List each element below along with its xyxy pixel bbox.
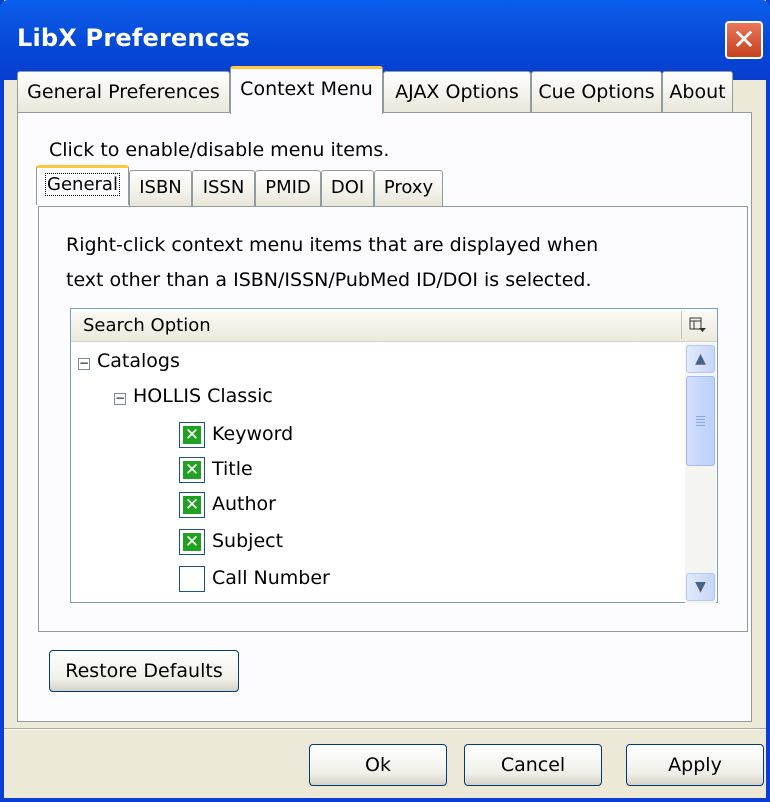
cancel-button[interactable]: Cancel bbox=[464, 744, 602, 786]
instruction-text: Click to enable/disable menu items. bbox=[49, 139, 390, 161]
checked-x-icon: ✕ bbox=[183, 532, 201, 552]
tree-scrollbar[interactable]: ▲ ▼ bbox=[685, 343, 716, 603]
tab-about[interactable]: About bbox=[662, 71, 733, 113]
description-line-1: Right-click context menu items that are … bbox=[66, 234, 599, 256]
search-option-tree[interactable]: Search Option − Catalogs − HOLLIS Classi… bbox=[70, 308, 718, 603]
column-picker-icon[interactable] bbox=[689, 317, 707, 333]
close-icon: ✕ bbox=[732, 23, 756, 56]
checked-x-icon: ✕ bbox=[183, 495, 201, 515]
tab-general-preferences[interactable]: General Preferences bbox=[17, 71, 230, 113]
footer-separator bbox=[4, 728, 766, 730]
scroll-thumb[interactable] bbox=[686, 376, 715, 466]
search-option-column-label: Search Option bbox=[83, 315, 211, 336]
subject-label[interactable]: Subject bbox=[212, 530, 283, 552]
tab-context-menu[interactable]: Context Menu bbox=[230, 66, 383, 114]
preferences-window: LibX Preferences ✕ General Preferences C… bbox=[0, 0, 770, 802]
author-label[interactable]: Author bbox=[212, 493, 276, 515]
checked-x-icon: ✕ bbox=[183, 425, 201, 445]
call-number-checkbox[interactable] bbox=[179, 566, 205, 592]
tab-cue-options[interactable]: Cue Options bbox=[531, 71, 662, 113]
title-checkbox[interactable]: ✕ bbox=[179, 457, 205, 483]
chevron-down-icon: ▼ bbox=[695, 579, 706, 595]
chevron-up-icon: ▲ bbox=[695, 351, 706, 367]
hollis-collapse-icon[interactable]: − bbox=[114, 392, 126, 405]
column-divider bbox=[681, 311, 682, 339]
subtab-proxy[interactable]: Proxy bbox=[374, 170, 443, 206]
subtab-doi[interactable]: DOI bbox=[321, 170, 374, 206]
apply-button[interactable]: Apply bbox=[626, 744, 764, 786]
subtab-isbn[interactable]: ISBN bbox=[129, 170, 192, 206]
window-title: LibX Preferences bbox=[17, 24, 251, 52]
keyword-label[interactable]: Keyword bbox=[212, 423, 293, 445]
subtab-pmid[interactable]: PMID bbox=[255, 170, 321, 206]
close-button[interactable]: ✕ bbox=[725, 21, 763, 59]
tree-node-catalogs[interactable]: Catalogs bbox=[97, 350, 180, 372]
subtab-issn[interactable]: ISSN bbox=[192, 170, 255, 206]
title-bar[interactable]: LibX Preferences ✕ bbox=[0, 0, 770, 80]
scroll-down-button[interactable]: ▼ bbox=[686, 573, 715, 601]
subtab-general[interactable]: General bbox=[36, 165, 129, 205]
restore-defaults-button[interactable]: Restore Defaults bbox=[49, 650, 239, 692]
author-checkbox[interactable]: ✕ bbox=[179, 492, 205, 518]
call-number-label[interactable]: Call Number bbox=[212, 567, 330, 589]
checked-x-icon: ✕ bbox=[183, 460, 201, 480]
subtab-general-label: General bbox=[45, 173, 120, 196]
catalogs-collapse-icon[interactable]: − bbox=[78, 357, 90, 370]
tab-ajax-options[interactable]: AJAX Options bbox=[383, 71, 531, 113]
title-label[interactable]: Title bbox=[212, 458, 253, 480]
description-line-2: text other than a ISBN/ISSN/PubMed ID/DO… bbox=[66, 269, 592, 291]
tree-column-header[interactable]: Search Option bbox=[71, 309, 717, 342]
tree-node-hollis-classic[interactable]: HOLLIS Classic bbox=[133, 385, 273, 407]
ok-button[interactable]: Ok bbox=[309, 744, 447, 786]
scroll-up-button[interactable]: ▲ bbox=[686, 345, 715, 373]
keyword-checkbox[interactable]: ✕ bbox=[179, 422, 205, 448]
subject-checkbox[interactable]: ✕ bbox=[179, 529, 205, 555]
